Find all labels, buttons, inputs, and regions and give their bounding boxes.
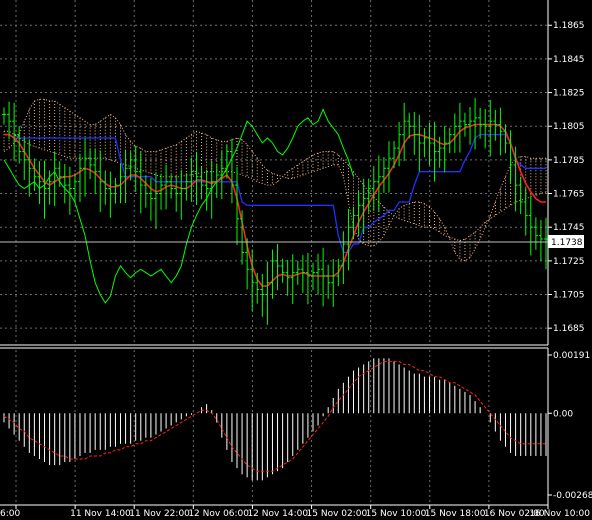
time-tick-label: 12 Nov 14:00	[247, 509, 308, 519]
price-tick-label: 1.1725	[553, 257, 585, 267]
price-tick-label: 1.1865	[553, 21, 585, 31]
macd-tick-label: 0.00191	[553, 351, 590, 361]
time-tick-label: 16 Nov 10:00	[529, 509, 590, 519]
price-tick-label: 1.1685	[553, 324, 585, 334]
chart-background	[0, 0, 592, 520]
time-tick-label: 15 Nov 02:00	[307, 509, 368, 519]
price-tick-label: 1.1785	[553, 156, 585, 166]
time-tick-label: 15 Nov 10:00	[366, 509, 427, 519]
price-tick-label: 1.1845	[553, 55, 585, 65]
time-tick-label: 15 Nov 18:00	[425, 509, 486, 519]
price-tick-label: 1.1825	[553, 89, 585, 99]
time-tick-label: 11 Nov 22:00	[129, 509, 190, 519]
macd-tick-label: -0.00268	[553, 491, 592, 501]
time-tick-label: 6:00	[0, 509, 20, 519]
forex-chart[interactable]: 1.1865 1.1845 1.1825 1.1805 1.1785 1.1765 1.17…	[0, 0, 592, 520]
price-tick-label: 1.1745	[553, 223, 585, 233]
time-tick-label: 12 Nov 06:00	[188, 509, 249, 519]
macd-tick-label: 0.00	[553, 409, 573, 419]
current-price-label: 1.1738	[551, 238, 583, 248]
time-tick-label: 11 Nov 14:00	[70, 509, 131, 519]
price-tick-label: 1.1765	[553, 190, 585, 200]
price-tick-label: 1.1805	[553, 122, 585, 132]
price-tick-label: 1.1705	[553, 291, 585, 301]
